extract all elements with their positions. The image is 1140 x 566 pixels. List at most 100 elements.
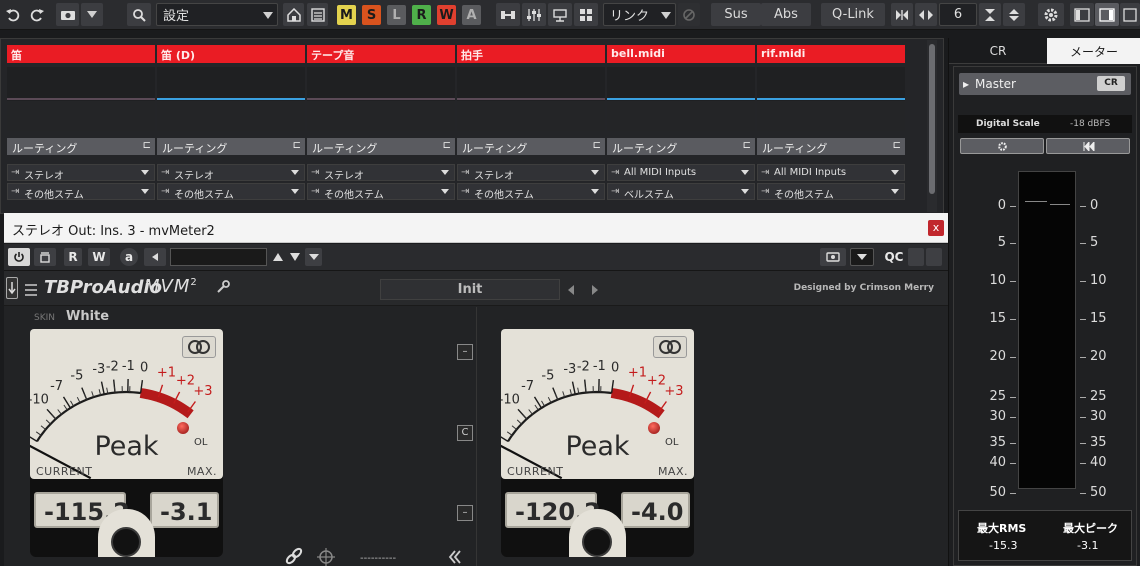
bypass-icon[interactable] [34,248,56,266]
channel-name[interactable]: rif.midi [757,45,905,63]
routing-output-select[interactable]: ⇥ その他ステム [157,183,305,200]
routing-expand-icon[interactable]: ⊏ [143,140,151,151]
step-icon[interactable] [1003,3,1025,26]
gain-knob[interactable] [111,527,141,557]
power-icon[interactable] [8,248,30,266]
routing-header[interactable]: ルーティング ⊏ [157,138,305,155]
right-zone-icon[interactable] [1095,3,1119,26]
routing-input-select[interactable]: ⇥ ステレオ [7,164,155,181]
faders-icon[interactable] [522,3,546,26]
channel-name[interactable]: 笛 [7,45,155,63]
snapshot-menu-button[interactable] [81,3,103,26]
master-expand-icon[interactable]: ▸ [963,77,969,91]
routing-input-select[interactable]: ⇥ ステレオ [457,164,605,181]
mode-button-s[interactable]: S [362,5,381,25]
cr-badge[interactable]: CR [1097,76,1125,91]
wrench-icon[interactable] [215,279,231,299]
mixer-scrollbar-thumb[interactable] [929,44,935,194]
routing-output-select[interactable]: ⇥ その他ステム [7,183,155,200]
next-preset-icon[interactable] [287,248,303,266]
routing-output-select[interactable]: ⇥ その他ステム [307,183,455,200]
preset-select[interactable]: 設定 [156,3,278,26]
channel-name[interactable]: 拍手 [457,45,605,63]
camera-icon[interactable] [820,248,846,266]
routing-input-select[interactable]: ⇥ ステレオ [157,164,305,181]
redo-icon[interactable] [26,3,48,26]
reset-meter-button[interactable] [1046,138,1130,154]
mode-button-w[interactable]: W [437,5,456,25]
settings-gear-icon[interactable] [1038,3,1064,26]
max-value-display[interactable]: -4.0 [621,492,690,528]
next-preset-icon[interactable] [590,281,600,300]
auto-button[interactable]: a [120,248,138,266]
routing-output-select[interactable]: ⇥ その他ステム [457,183,605,200]
camera-icon[interactable] [56,3,79,26]
tab-meter[interactable]: メーター [1047,38,1140,64]
routing-input-select[interactable]: ⇥ All MIDI Inputs [607,164,755,181]
routing-header[interactable]: ルーティング ⊏ [457,138,605,155]
home-icon[interactable] [283,3,304,26]
previous-preset-icon[interactable] [270,248,286,266]
side-button-top[interactable]: – [457,344,473,360]
channel-name[interactable]: bell.midi [607,45,755,63]
arrow-left-icon[interactable] [144,248,166,266]
search-icon[interactable] [127,3,151,26]
value-field[interactable]: 6 [939,3,977,26]
channel-name[interactable]: 笛 (D) [157,45,305,63]
routing-expand-icon[interactable]: ⊏ [593,140,601,151]
plugin-window-titlebar[interactable]: ステレオ Out: Ins. 3 - mvMeter2 x [4,213,948,243]
preset-name-field[interactable] [170,248,267,266]
disabled-link-icon[interactable] [678,3,700,26]
meter-settings-button[interactable] [960,138,1044,154]
routing-expand-icon[interactable]: ⊏ [293,140,301,151]
master-row[interactable]: ▸ Master CR [959,73,1131,95]
routing-header[interactable]: ルーティング ⊏ [757,138,905,155]
collapse-icon[interactable] [447,549,463,566]
channel-name[interactable]: テープ音 [307,45,455,63]
preset-menu-button[interactable] [305,248,322,266]
routing-expand-icon[interactable]: ⊏ [893,140,901,151]
qc-toggle[interactable] [908,248,924,266]
power-switch-icon[interactable] [6,277,18,299]
read-automation-button[interactable]: R [64,248,82,266]
stereo-link-button[interactable] [182,336,216,358]
max-value-display[interactable]: -3.1 [150,492,219,528]
grid-view-icon[interactable] [574,3,598,26]
side-button-center[interactable]: C [457,425,473,441]
prev-preset-icon[interactable] [566,281,576,300]
write-automation-button[interactable]: W [88,248,110,266]
q-link-button[interactable]: Q-Link [821,3,885,26]
undo-icon[interactable] [2,3,24,26]
mode-button-a[interactable]: A [462,5,481,25]
routing-expand-icon[interactable]: ⊏ [743,140,751,151]
routing-output-select[interactable]: ⇥ ベルステム [607,183,755,200]
link-icon[interactable] [284,546,304,566]
mode-button-m[interactable]: M [337,5,356,25]
quick-controls-button[interactable]: QC [882,248,906,266]
menu-icon[interactable] [24,281,38,300]
routing-header[interactable]: ルーティング ⊏ [607,138,755,155]
tab-cr[interactable]: CR [949,38,1047,64]
mode-button-r[interactable]: R [412,5,431,25]
routing-header[interactable]: ルーティング ⊏ [7,138,155,155]
routing-input-select[interactable]: ⇥ All MIDI Inputs [757,164,905,181]
skin-value[interactable]: White [66,309,109,324]
sus-button[interactable]: Sus [711,3,761,26]
abs-button[interactable]: Abs [761,3,811,26]
mixer-scrollbar[interactable] [927,40,937,212]
target-icon[interactable] [316,547,336,566]
mode-button-l[interactable]: L [387,5,406,25]
close-button[interactable]: x [928,220,944,236]
routing-output-select[interactable]: ⇥ その他ステム [757,183,905,200]
left-zone-icon[interactable] [1070,3,1094,26]
routing-header[interactable]: ルーティング ⊏ [307,138,455,155]
link-select[interactable]: リンク [603,3,676,26]
window-layout-icon[interactable] [1120,3,1140,26]
skip-icon[interactable] [891,3,913,26]
routing-expand-icon[interactable]: ⊏ [443,140,451,151]
routing-icon[interactable] [548,3,572,26]
gain-knob[interactable] [582,527,612,557]
arrows-horizontal-icon[interactable] [915,3,937,26]
stereo-link-button[interactable] [653,336,687,358]
preset-display[interactable]: Init [380,279,560,300]
